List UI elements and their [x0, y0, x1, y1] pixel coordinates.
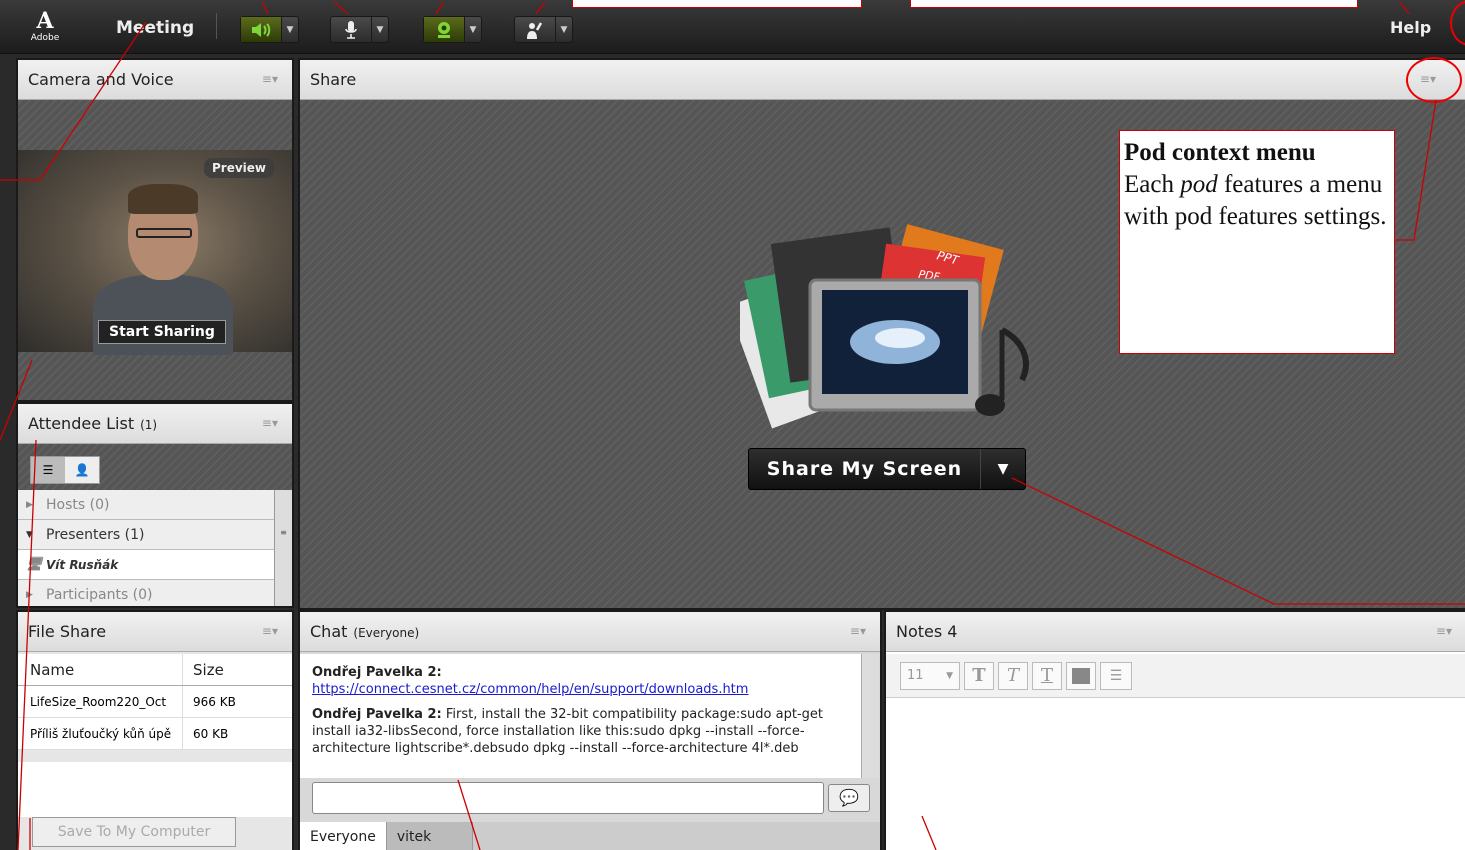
toolbar-divider — [216, 13, 217, 39]
underline-icon[interactable]: T — [1032, 661, 1062, 690]
annotation-highlight-circle — [1406, 57, 1462, 103]
start-sharing-button[interactable]: Start Sharing — [98, 320, 226, 344]
notes-toolbar: 11 ▼ T T T ☰ — [886, 654, 1465, 698]
pod-title: Attendee List — [28, 414, 135, 433]
font-size-select[interactable]: 11 ▼ — [900, 661, 960, 690]
annotation-callout — [572, 0, 862, 8]
pod-menu-icon[interactable]: ≡▾ — [262, 72, 278, 86]
collapse-icon: ▼ — [26, 529, 33, 540]
pod-menu-icon[interactable]: ≡▾ — [1436, 624, 1452, 638]
attendee-list-pod: Attendee List (1) ≡▾ ☰ 👤 ▶ Hosts (0) ▼ Pres… — [16, 402, 294, 608]
view-toggle: ☰ 👤 — [30, 456, 100, 484]
help-menu[interactable]: Help — [1390, 18, 1431, 37]
chat-message: Ondřej Pavelka 2: First, install the 32-… — [312, 707, 823, 756]
pod-title: Share — [310, 70, 357, 89]
file-share-pod: File Share ≡▾ Name Size LifeSize_Room220… — [16, 610, 294, 850]
share-my-screen-button[interactable]: Share My Screen ▼ — [748, 448, 1026, 490]
list-item-hosts[interactable]: ▶ Hosts (0) — [18, 490, 274, 520]
camera-voice-pod: Camera and Voice ≡▾ Preview Start Sharin… — [16, 58, 294, 402]
chevron-down-icon[interactable]: ▼ — [981, 449, 1025, 489]
speaker-icon[interactable] — [241, 17, 281, 42]
expand-icon: ▶ — [26, 589, 33, 600]
table-header: Name Size — [18, 654, 292, 686]
speaker-dropdown-icon[interactable]: ▼ — [281, 17, 298, 42]
expand-icon: ▶ — [26, 499, 33, 510]
send-message-icon[interactable]: 💬 — [828, 784, 870, 812]
table-empty-area — [18, 762, 292, 817]
pod-title: File Share — [28, 622, 107, 641]
raise-hand-button[interactable]: ▼ — [514, 16, 573, 43]
bold-icon[interactable]: T — [964, 661, 994, 690]
list-view-icon[interactable]: ☰ — [31, 457, 65, 483]
chat-messages: Ondřej Pavelka 2: https://connect.cesnet… — [300, 654, 861, 778]
webcam-icon[interactable] — [424, 17, 464, 42]
scrollbar[interactable] — [861, 654, 879, 778]
meeting-menu[interactable]: Meeting — [116, 18, 194, 38]
pod-header: Chat (Everyone) ≡▾ — [300, 612, 880, 652]
pod-title: Chat — [310, 622, 348, 641]
column-header-size[interactable]: Size — [183, 661, 224, 679]
column-header-name[interactable]: Name — [18, 654, 183, 685]
adobe-logo: A Adobe — [30, 8, 60, 43]
chat-message: Ondřej Pavelka 2: https://connect.cesnet… — [312, 665, 749, 697]
status-dropdown-icon[interactable]: ▼ — [555, 17, 572, 42]
pod-header: Camera and Voice ≡▾ — [18, 60, 292, 100]
table-row[interactable]: Příliš žluťoučký kůň úpě 60 KB — [18, 718, 292, 750]
attendee-count: (1) — [140, 418, 158, 432]
scrollbar[interactable]: ≡ — [274, 490, 292, 606]
webcam-dropdown-icon[interactable]: ▼ — [464, 17, 481, 42]
pod-header: Notes 4 ≡▾ — [886, 612, 1465, 652]
top-toolbar: A Adobe Meeting ▼ ▼ ▼ ▼ Help — [0, 0, 1465, 54]
webcam-button[interactable]: ▼ — [423, 16, 482, 43]
pod-menu-icon[interactable]: ≡▾ — [262, 624, 278, 638]
list-item-presenters[interactable]: ▼ Presenters (1) — [18, 520, 274, 550]
microphone-dropdown-icon[interactable]: ▼ — [371, 17, 388, 42]
attendee-list: ▶ Hosts (0) ▼ Presenters (1) 🖥 Vít Rusňák ▶… — [18, 490, 274, 606]
chat-scope: (Everyone) — [353, 626, 420, 640]
tab-everyone[interactable]: Everyone — [300, 822, 387, 850]
table-row[interactable]: LifeSize_Room220_Oct 966 KB — [18, 686, 292, 718]
webcam-preview: Preview Start Sharing — [18, 150, 292, 355]
pod-header: Attendee List (1) ≡▾ — [18, 404, 292, 444]
share-media-icon: PPT PDF — [740, 224, 1029, 429]
pod-menu-icon[interactable]: ≡▾ — [850, 624, 866, 638]
raise-hand-icon[interactable] — [515, 17, 555, 42]
chat-link[interactable]: https://connect.cesnet.cz/common/help/en… — [312, 682, 748, 697]
microphone-icon[interactable] — [331, 17, 371, 42]
pod-header: File Share ≡▾ — [18, 612, 292, 652]
tab-vitek[interactable]: vitek — [386, 822, 473, 850]
file-table: Name Size LifeSize_Room220_Oct 966 KB Př… — [18, 654, 292, 750]
text-color-icon[interactable] — [1066, 661, 1096, 690]
preview-badge: Preview — [203, 158, 274, 178]
chevron-down-icon: ▼ — [946, 670, 953, 681]
bullet-list-icon[interactable]: ☰ — [1100, 661, 1132, 690]
pod-title: Notes 4 — [896, 622, 958, 641]
microphone-button[interactable]: ▼ — [330, 16, 389, 43]
notes-pod: Notes 4 ≡▾ 11 ▼ T T T ☰ — [884, 610, 1465, 850]
chat-pod: Chat (Everyone) ≡▾ Ondřej Pavelka 2: http… — [298, 610, 882, 850]
chat-input[interactable] — [312, 782, 824, 814]
italic-icon[interactable]: T — [998, 661, 1028, 690]
list-item-participants[interactable]: ▶ Participants (0) — [18, 580, 274, 606]
save-to-computer-button[interactable]: Save To My Computer — [32, 817, 236, 847]
annotation-title: Pod context menu — [1124, 139, 1316, 166]
pod-menu-icon[interactable]: ≡▾ — [262, 416, 278, 430]
chat-tabs: Everyone vitek — [300, 822, 880, 850]
list-item-attendee[interactable]: 🖥 Vít Rusňák — [18, 550, 274, 580]
pod-title: Camera and Voice — [28, 70, 174, 89]
role-view-icon[interactable]: 👤 — [65, 457, 99, 483]
speaker-button[interactable]: ▼ — [240, 16, 299, 43]
annotation-box: Pod context menu Each pod features a men… — [1119, 130, 1395, 354]
pod-header: Share ≡▾ — [300, 60, 1465, 100]
presenter-icon: 🖥 — [26, 557, 43, 572]
annotation-callout — [910, 0, 1358, 8]
